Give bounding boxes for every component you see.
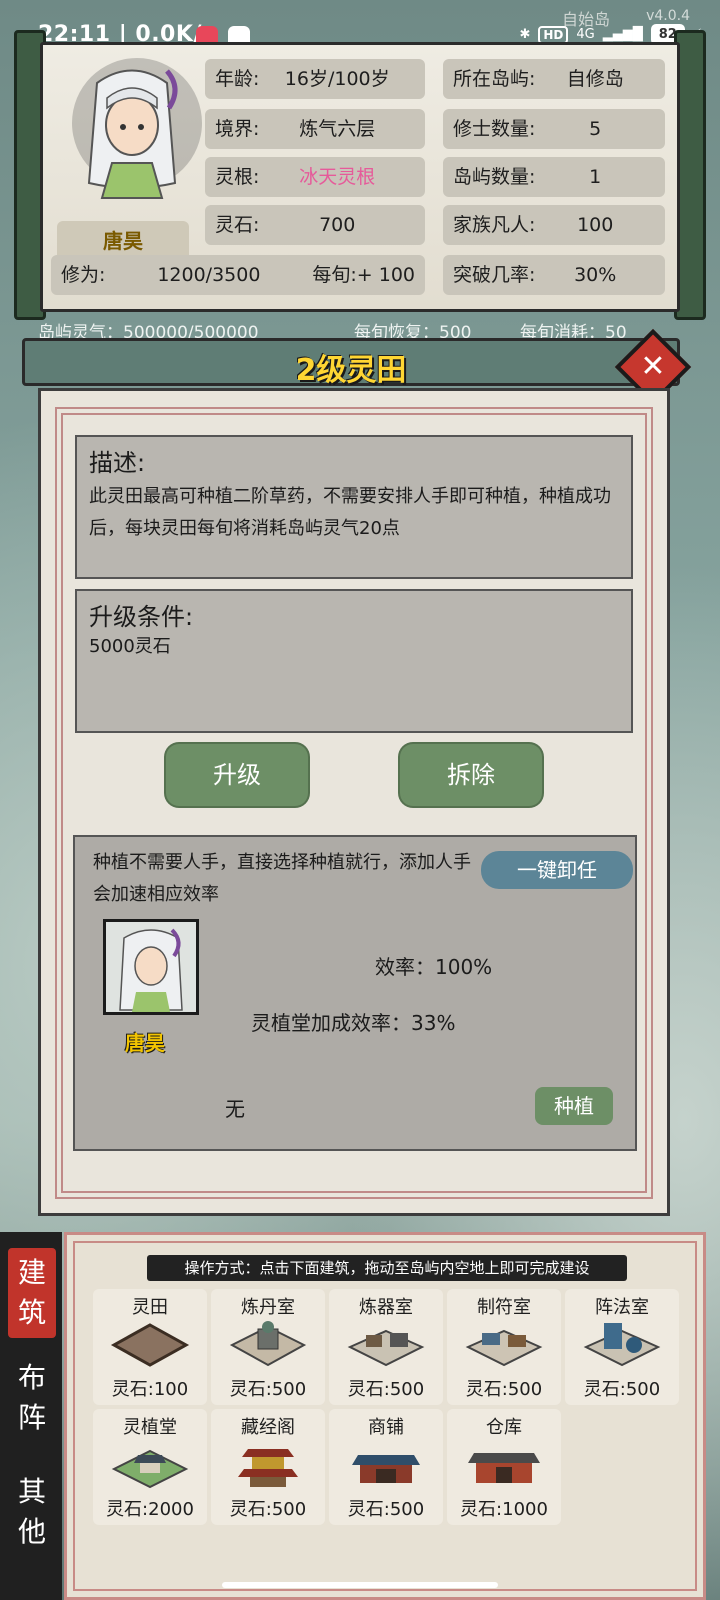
mortals-cell: 家族凡人: 100 (443, 205, 665, 245)
profile-scroll: 唐昊 年龄: 16岁/100岁 所在岛屿: 自修岛 境界: 炼气六层 修士数量: 5 灵… (14, 30, 706, 320)
spirit-field-icon (110, 1323, 190, 1367)
cultivation-cell: 修为: 1200/3500 每旬: + 100 (51, 255, 425, 295)
scripture-pavilion-icon (238, 1449, 298, 1487)
warehouse-icon (468, 1453, 540, 1483)
worker-name: 唐昊 (125, 1031, 165, 1055)
bonus-efficiency-label: 灵植堂加成效率：33% (251, 1011, 456, 1035)
category-tabs: 建筑 布阵 其他 (0, 1232, 62, 1600)
talisman-room-icon (465, 1329, 543, 1367)
character-portrait[interactable] (57, 53, 207, 203)
efficiency-label: 效率：100% (375, 955, 493, 979)
building-card-shop[interactable]: 商铺 灵石:500 (329, 1409, 443, 1525)
close-icon: ✕ (640, 349, 666, 384)
profile-paper: 唐昊 年龄: 16岁/100岁 所在岛屿: 自修岛 境界: 炼气六层 修士数量: 5 灵… (40, 42, 680, 312)
worker-slot[interactable] (103, 919, 199, 1015)
realm-cell: 境界: 炼气六层 (205, 109, 425, 149)
islands-count-cell: 岛屿数量: 1 (443, 157, 665, 197)
upgrade-requirement: 5000灵石 (89, 636, 171, 657)
cultivators-cell: 修士数量: 5 (443, 109, 665, 149)
build-hint: 操作方式：点击下面建筑，拖动至岛屿内空地上即可完成建设 (147, 1255, 627, 1281)
building-card-formation[interactable]: 阵法室 灵石:500 (565, 1289, 679, 1405)
description-text: 此灵田最高可种植二阶草药，不需要安排人手即可种植，种植成功后，每块灵田每旬将消耗… (89, 486, 611, 539)
tab-formation[interactable]: 布阵 (8, 1358, 56, 1448)
spirit-root-cell: 灵根: 冰天灵根 (205, 157, 425, 197)
age-cell: 年龄: 16岁/100岁 (205, 59, 425, 99)
plant-button[interactable]: 种植 (535, 1087, 613, 1125)
building-card-herb-hall[interactable]: 灵植堂 灵石:2000 (93, 1409, 207, 1525)
tab-other[interactable]: 其他 (8, 1472, 56, 1562)
alchemy-room-icon (229, 1321, 307, 1367)
formation-room-icon (583, 1323, 661, 1367)
worker-portrait (106, 922, 196, 1012)
tab-build[interactable]: 建筑 (8, 1248, 56, 1338)
building-card-talisman[interactable]: 制符室 灵石:500 (447, 1289, 561, 1405)
modal-header: 2级灵田 (22, 338, 680, 388)
worker-box: 种植不需要人手，直接选择种植就行，添加人手会加速相应效率 一键卸任 唐昊 效率：… (73, 835, 637, 1151)
building-card-spirit-field[interactable]: 灵田 灵石:100 (93, 1289, 207, 1405)
demolish-button[interactable]: 拆除 (403, 747, 539, 803)
forge-room-icon (347, 1329, 425, 1367)
upgrade-button[interactable]: 升级 (169, 747, 305, 803)
description-box: 描述: 此灵田最高可种植二阶草药，不需要安排人手即可种植，种植成功后，每块灵田每… (75, 435, 633, 579)
unassign-all-button[interactable]: 一键卸任 (481, 851, 633, 889)
breakthrough-cell: 突破几率: 30% (443, 255, 665, 295)
upgrade-heading: 升级条件: (89, 603, 194, 631)
build-panel: 操作方式：点击下面建筑，拖动至岛屿内空地上即可完成建设 灵田 灵石:100 炼丹… (64, 1232, 706, 1600)
modal-title: 2级灵田 (295, 353, 407, 388)
building-detail-modal: 描述: 此灵田最高可种植二阶草药，不需要安排人手即可种植，种植成功后，每块灵田每… (38, 388, 670, 1216)
building-card-forge[interactable]: 炼器室 灵石:500 (329, 1289, 443, 1405)
shop-icon (352, 1455, 420, 1483)
herb-hall-icon (111, 1449, 189, 1489)
island-cell: 所在岛屿: 自修岛 (443, 59, 665, 99)
worker-note: 种植不需要人手，直接选择种植就行，添加人手会加速相应效率 (93, 852, 471, 905)
gesture-nav-bar[interactable] (222, 1582, 498, 1588)
building-card-scripture-pavilion[interactable]: 藏经阁 灵石:500 (211, 1409, 325, 1525)
upgrade-box: 升级条件: 5000灵石 (75, 589, 633, 733)
description-heading: 描述: (89, 449, 146, 477)
building-card-alchemy[interactable]: 炼丹室 灵石:500 (211, 1289, 325, 1405)
building-card-warehouse[interactable]: 仓库 灵石:1000 (447, 1409, 561, 1525)
spirit-stones-cell: 灵石: 700 (205, 205, 425, 245)
